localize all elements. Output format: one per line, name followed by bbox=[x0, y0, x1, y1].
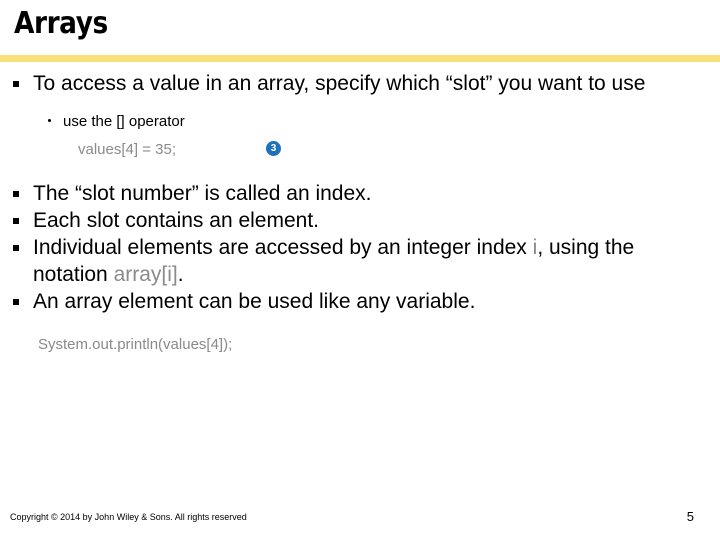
square-bullet-icon bbox=[13, 245, 19, 251]
slide-footer: Copyright © 2014 by John Wiley & Sons. A… bbox=[0, 509, 720, 532]
page-title: Arrays bbox=[14, 6, 108, 41]
bullet-access-value-text: To access a value in an array, specify w… bbox=[33, 72, 646, 95]
code-assignment-text: values[4] = 35; bbox=[78, 141, 176, 158]
bullet-like-any-variable: An array element can be used like any va… bbox=[0, 288, 706, 315]
bullet-each-slot: Each slot contains an element. bbox=[0, 207, 706, 234]
code-println: System.out.println(values[4]); bbox=[0, 335, 720, 355]
copyright-notice: Copyright © 2014 by John Wiley & Sons. A… bbox=[10, 512, 247, 522]
slide: Arrays To access a value in an array, sp… bbox=[0, 0, 720, 540]
dot-bullet-icon bbox=[48, 119, 51, 122]
code-assignment: values[4] = 35; bbox=[0, 140, 720, 160]
bullet-individual-part1: Individual elements are accessed by an i… bbox=[33, 236, 533, 259]
square-bullet-icon bbox=[13, 191, 19, 197]
slide-body: To access a value in an array, specify w… bbox=[0, 70, 720, 355]
bullet-individual-elements: Individual elements are accessed by an i… bbox=[0, 234, 706, 288]
code-println-text: System.out.println(values[4]); bbox=[38, 336, 233, 353]
title-divider-rule bbox=[0, 55, 720, 62]
inline-code-array-i: array[i] bbox=[113, 263, 178, 286]
bullet-access-value: To access a value in an array, specify w… bbox=[0, 70, 706, 97]
title-area: Arrays bbox=[0, 0, 720, 62]
bullet-individual-part3: . bbox=[177, 263, 184, 286]
square-bullet-icon bbox=[13, 299, 19, 305]
page-number: 5 bbox=[686, 509, 694, 524]
sub-bullet-operator-text: use the [] operator bbox=[63, 113, 185, 130]
bullet-slot-number-text: The “slot number” is called an index. bbox=[33, 182, 372, 205]
square-bullet-icon bbox=[13, 81, 19, 87]
sub-bullet-operator: use the [] operator bbox=[0, 111, 720, 132]
bullet-each-slot-text: Each slot contains an element. bbox=[33, 209, 320, 232]
bullet-like-any-variable-text: An array element can be used like any va… bbox=[33, 290, 476, 313]
square-bullet-icon bbox=[13, 218, 19, 224]
bullet-slot-number: The “slot number” is called an index. bbox=[0, 180, 706, 207]
step-badge-3: 3 bbox=[266, 141, 281, 156]
